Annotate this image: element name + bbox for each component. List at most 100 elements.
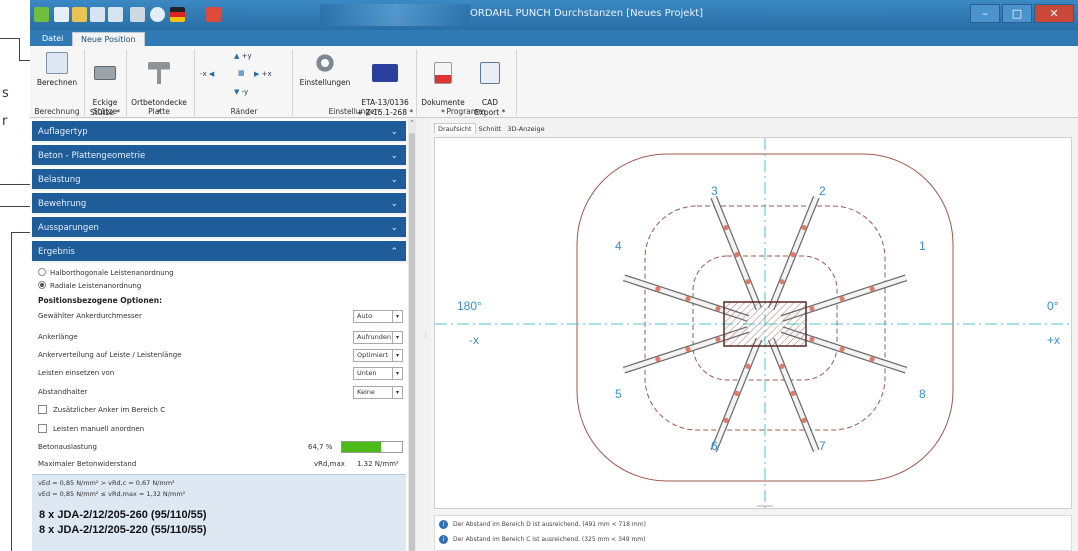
- anchor-rail[interactable]: [710, 195, 763, 311]
- checkbox-leisten-manuell[interactable]: Leisten manuell anordnen: [38, 424, 144, 433]
- anchor-stud: [869, 356, 875, 362]
- chevron-down-icon: ⌄: [390, 151, 398, 161]
- radio-radial[interactable]: Radiale Leistenanordnung: [38, 281, 141, 290]
- anchor-stud: [790, 390, 796, 396]
- close-button[interactable]: ✕: [1034, 4, 1074, 23]
- language-flag-icon[interactable]: [170, 7, 185, 22]
- chevron-down-icon: ⌄: [390, 127, 398, 137]
- anchor-stud: [655, 356, 661, 362]
- rail-number-label: 6: [711, 439, 718, 453]
- edge-plus-y-button[interactable]: ▲ +y: [234, 52, 252, 60]
- app-window: ORDAHL PUNCH Durchstanzen [Neues Projekt…: [30, 0, 1078, 551]
- anchor-stud: [685, 346, 691, 352]
- minimize-button[interactable]: –: [970, 4, 1000, 23]
- anchor-stud: [790, 252, 796, 258]
- tab-draufsicht[interactable]: Draufsicht: [434, 123, 476, 134]
- anchor-rail[interactable]: [710, 337, 763, 453]
- radio-button[interactable]: [38, 281, 46, 289]
- panel-scrollbar-thumb[interactable]: [409, 133, 415, 551]
- titlebar-decoration: [320, 4, 470, 26]
- callout-line-ergebnis: [11, 232, 31, 233]
- select-leisten-einsetzen[interactable]: Unten ▾: [353, 367, 403, 380]
- tab-neue-position[interactable]: Neue Position: [72, 32, 145, 46]
- options-heading: Positionsbezogene Optionen:: [38, 296, 163, 305]
- select-ankerverteilung-value: Optimiert: [357, 351, 388, 359]
- section-belastung-label: Belastung: [38, 175, 81, 185]
- tab-schnitt[interactable]: Schnitt: [476, 124, 505, 134]
- result-line: 8 x JDA-2/12/205-220 (55/110/55): [39, 524, 207, 536]
- select-ankerlaenge[interactable]: Aufrunden ▾: [353, 331, 403, 344]
- maximize-button[interactable]: □: [1002, 4, 1032, 23]
- edge-grid-icon[interactable]: ▦: [238, 69, 245, 77]
- checkbox-zusaetzlicher-anker[interactable]: Zusätzlicher Anker im Bereich C: [38, 405, 165, 414]
- result-line: 8 x JDA-2/12/205-260 (95/110/55): [39, 509, 207, 521]
- edge-controls: ▲ +y -x ◀ ▦ ▶ +x ▼ -y: [198, 50, 290, 102]
- berechnen-label: Berechnen: [36, 78, 78, 87]
- tab-3d-anzeige[interactable]: 3D-Anzeige: [504, 124, 547, 134]
- info-icon: i: [439, 520, 448, 529]
- margin-fragment-s: s: [2, 86, 9, 101]
- dropdown-label-ankerdurchmesser: Gewählter Ankerdurchmesser: [38, 312, 142, 320]
- dropdown-arrow-icon: ▾: [392, 350, 402, 361]
- section-ergebnis[interactable]: Ergebnis ⌃: [32, 241, 406, 263]
- section-belastung[interactable]: Belastung ⌄: [32, 169, 406, 191]
- anchor-stud: [809, 336, 815, 342]
- checkbox[interactable]: [38, 424, 47, 433]
- open-folder-icon[interactable]: [72, 7, 87, 22]
- column: [723, 301, 807, 347]
- group-separator: [292, 50, 293, 116]
- checkbox-leisten-manuell-label: Leisten manuell anordnen: [53, 425, 145, 433]
- check-line: vEd = 0,85 N/mm² > vRd,c = 0,67 N/mm²: [38, 479, 175, 487]
- dropdown-label-ankerverteilung: Ankerverteilung auf Leiste / Leistenläng…: [38, 351, 182, 359]
- arrow-down-icon: ▼: [234, 88, 240, 96]
- arrow-right-icon: ▶: [254, 70, 260, 78]
- einstellungen-button[interactable]: Einstellungen: [294, 46, 356, 88]
- berechnen-button[interactable]: Berechnen: [32, 46, 82, 88]
- panel-splitter[interactable]: ⋮: [417, 119, 430, 551]
- select-ankerdurchmesser[interactable]: Auto ▾: [353, 310, 403, 323]
- view-tabs: Draufsicht Schnitt 3D-Anzeige: [434, 123, 548, 135]
- select-abstandhalter[interactable]: Keine ▾: [353, 386, 403, 399]
- new-file-icon[interactable]: [54, 7, 69, 22]
- save-as-icon[interactable]: [108, 7, 123, 22]
- angle-left-label: 180°: [457, 299, 482, 313]
- edge-minus-x-label: -x: [200, 70, 207, 78]
- calculator-icon: [46, 52, 68, 74]
- section-auflagertyp[interactable]: Auflagertyp ⌄: [32, 121, 406, 143]
- anchor-rail[interactable]: [767, 195, 820, 311]
- edge-plus-x-button[interactable]: ▶ +x: [254, 70, 272, 78]
- section-bewehrung[interactable]: Bewehrung ⌄: [32, 193, 406, 215]
- anchor-stud: [745, 363, 751, 369]
- checkbox[interactable]: [38, 405, 47, 414]
- window-controls: – □ ✕: [970, 4, 1074, 23]
- radio-halborthogonal[interactable]: Halborthogonale Leistenanordnung: [38, 268, 174, 277]
- callout-line-belastung: [0, 184, 32, 185]
- plan-view-canvas[interactable]: 180° 0° -x +x 1 2 3 4 5 6 7 8: [434, 137, 1073, 510]
- anchor-stud: [734, 252, 740, 258]
- callout-line-top-vertical: [19, 38, 20, 60]
- section-aussparungen-label: Aussparungen: [38, 223, 99, 233]
- print-icon[interactable]: [130, 7, 145, 22]
- rail-number-label: 8: [919, 387, 926, 401]
- rail-number-label: 2: [819, 184, 826, 198]
- radio-button[interactable]: [38, 268, 46, 276]
- plan-view-drawing: 180° 0° -x +x 1 2 3 4 5 6 7 8: [435, 138, 1073, 510]
- message-list: i Der Abstand im Bereich D ist ausreiche…: [434, 515, 1072, 551]
- refresh-icon[interactable]: [150, 7, 165, 22]
- scroll-up-icon[interactable]: ⌃: [408, 119, 416, 127]
- group-separator: [516, 50, 517, 116]
- dropdown-arrow-icon: ▾: [392, 332, 402, 343]
- close-project-icon[interactable]: [206, 7, 221, 22]
- section-beton-plattengeometrie[interactable]: Beton - Plattengeometrie ⌄: [32, 145, 406, 167]
- anchor-rail[interactable]: [767, 337, 820, 453]
- callout-line-bewehrung: [0, 206, 32, 207]
- anchor-stud: [655, 286, 661, 292]
- select-ankerverteilung[interactable]: Optimiert ▾: [353, 349, 403, 362]
- tab-datei[interactable]: Datei: [34, 32, 71, 46]
- chevron-down-icon: ⌄: [390, 175, 398, 185]
- edge-minus-y-button[interactable]: ▼ -y: [234, 88, 248, 96]
- dropdown-arrow-icon: ▾: [392, 387, 402, 398]
- section-aussparungen[interactable]: Aussparungen ⌄: [32, 217, 406, 239]
- edge-minus-x-button[interactable]: -x ◀: [200, 70, 214, 78]
- save-icon[interactable]: [90, 7, 105, 22]
